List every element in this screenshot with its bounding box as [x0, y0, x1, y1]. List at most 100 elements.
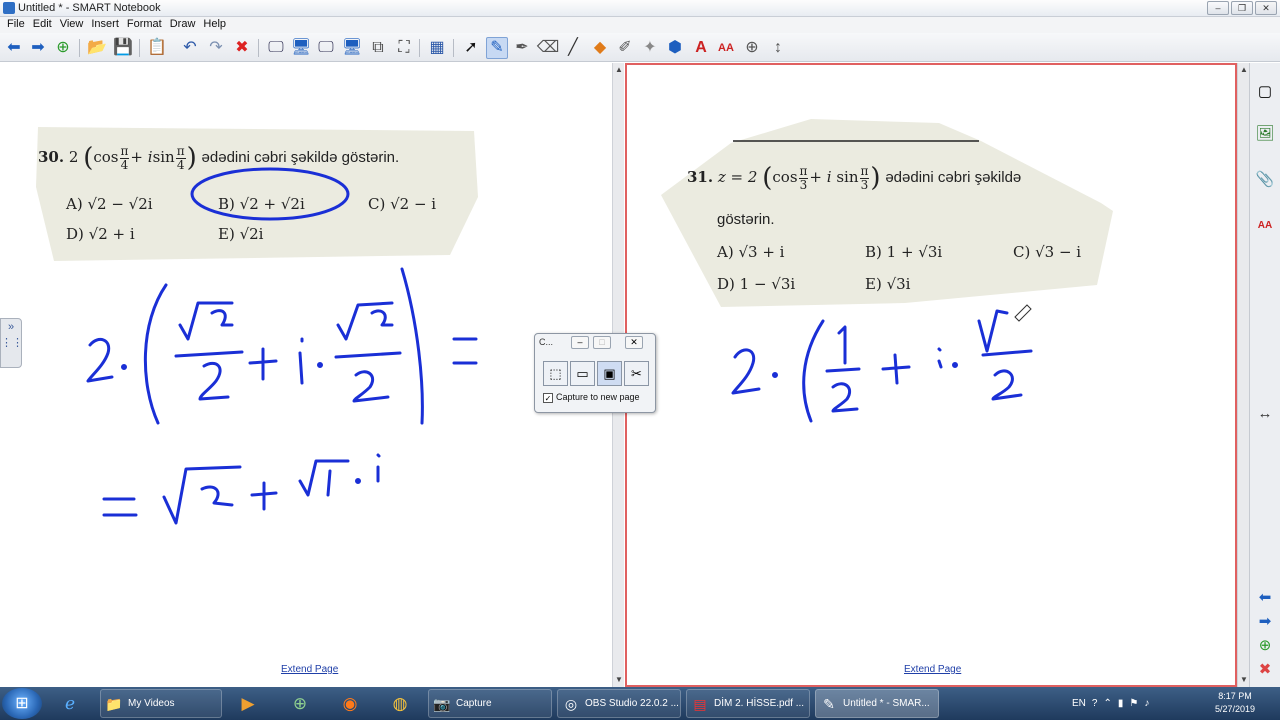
magic-pen-icon[interactable]: ✐ — [614, 37, 636, 59]
next-page-side-icon[interactable]: ➡ — [1254, 611, 1276, 633]
move-toolbar-icon[interactable]: ↕ — [767, 37, 789, 59]
right-page[interactable]: 31. z = 2 (cos π 3 + i sin π 3) ədədini cəbri… — [625, 63, 1237, 687]
add-page-side-icon[interactable]: ⊕ — [1254, 635, 1276, 657]
calculator-icon[interactable]: ⊕ — [280, 689, 320, 718]
menu-help[interactable]: Help — [199, 17, 230, 33]
window-capture-icon[interactable]: ▭ — [570, 361, 595, 386]
capture-maximize-button[interactable]: □ — [593, 336, 611, 349]
menu-format[interactable]: Format — [123, 17, 166, 33]
taskbar-obs-studio[interactable]: ◎ OBS Studio 22.0.2 ... — [557, 689, 681, 718]
internet-explorer-icon[interactable]: ℯ — [50, 689, 90, 718]
media-player-icon[interactable]: ▶ — [228, 689, 268, 718]
capture-to-new-page-checkbox[interactable]: ✓ — [543, 393, 553, 403]
paste-icon[interactable]: 📋 — [146, 37, 168, 59]
properties-icon[interactable]: AA — [715, 37, 737, 59]
capture-toolbar[interactable]: C... – □ ✕ ⬚ ▭ ▣ ✂ ✓ Capture to new page — [534, 333, 656, 413]
taskbar-pdf[interactable]: ▤ DİM 2. HİSSE.pdf ... — [686, 689, 810, 718]
delete-icon[interactable]: ✖ — [231, 37, 253, 59]
toolbar-separator — [139, 39, 140, 57]
eraser-icon[interactable]: ⌫ — [537, 37, 560, 59]
add-page-icon[interactable]: ⊕ — [52, 37, 74, 59]
extend-page-link[interactable]: Extend Page — [904, 664, 961, 675]
shapes-icon[interactable]: ◆ — [589, 37, 611, 59]
menu-draw[interactable]: Draw — [166, 17, 200, 33]
gallery-tab-icon[interactable]: 🖼 — [1254, 123, 1276, 145]
fill-icon[interactable]: ⬢ — [664, 37, 686, 59]
language-indicator[interactable]: EN — [1072, 698, 1086, 709]
network-icon[interactable]: ▮ — [1118, 698, 1124, 709]
right-page-scrollbar[interactable]: ▲ ▼ — [1237, 63, 1249, 687]
folder-icon: 📁 — [105, 695, 123, 712]
clock[interactable]: 8:17 PM 5/27/2019 — [1205, 690, 1265, 716]
taskbar-my-videos[interactable]: 📁 My Videos — [100, 689, 222, 718]
chrome-icon[interactable]: ◍ — [380, 689, 420, 718]
area-capture-icon[interactable]: ⬚ — [543, 361, 568, 386]
start-button[interactable]: ⊞ — [2, 688, 42, 719]
scroll-up-icon[interactable]: ▲ — [1239, 65, 1249, 75]
pdf-icon: ▤ — [693, 695, 707, 712]
menu-file[interactable]: File — [3, 17, 29, 33]
capture-minimize-button[interactable]: – — [571, 336, 589, 349]
save-icon[interactable]: 💾 — [112, 37, 134, 59]
display-screen-icon[interactable]: 🖥 — [341, 37, 363, 59]
pen-icon[interactable]: ✎ — [486, 37, 508, 59]
measurement-tools-icon[interactable]: ⊕ — [741, 37, 763, 59]
line-icon[interactable]: ╱ — [562, 37, 584, 59]
volume-icon[interactable]: ♪ — [1144, 698, 1149, 709]
attachments-tab-icon[interactable]: 📎 — [1254, 169, 1276, 191]
handwriting-right — [731, 304, 1033, 423]
window-controls: – ❐ ✕ — [1207, 1, 1277, 15]
pen-cursor-icon — [1014, 304, 1032, 322]
action-center-icon[interactable]: ⚑ — [1129, 698, 1138, 709]
page-sorter-tab-icon[interactable]: ▢ — [1254, 81, 1276, 103]
shape-recognition-icon[interactable]: ✦ — [639, 37, 661, 59]
extend-page-link[interactable]: Extend Page — [281, 664, 338, 675]
title-bar: Untitled * - SMART Notebook – ❐ ✕ — [0, 0, 1280, 17]
help-icon[interactable]: ? — [1092, 698, 1098, 709]
redo-icon[interactable]: ↷ — [205, 37, 227, 59]
answer-circle — [190, 167, 350, 221]
scroll-down-icon[interactable]: ▼ — [1239, 675, 1249, 685]
undo-icon[interactable]: ↶ — [179, 37, 201, 59]
windows-taskbar: ⊞ ℯ 📁 My Videos ▶ ⊕ ◉ ◍ 📷 Capture ◎ OBS … — [0, 687, 1280, 720]
text-icon[interactable]: A — [690, 37, 712, 59]
taskbar-smart-notebook[interactable]: ✎ Untitled * - SMAR... — [815, 689, 939, 718]
resize-handle-icon[interactable]: ↔ — [1254, 403, 1276, 425]
taskbar-capture[interactable]: 📷 Capture — [428, 689, 552, 718]
menu-insert[interactable]: Insert — [87, 17, 123, 33]
handwritten-right-paren — [400, 267, 424, 425]
left-panel-toggle[interactable]: » ⋮⋮ — [0, 318, 23, 368]
full-screen-icon[interactable]: 🖥 — [290, 37, 312, 59]
menu-view[interactable]: View — [56, 17, 88, 33]
properties-tab-icon[interactable]: AA — [1254, 215, 1276, 237]
tray-expand-icon[interactable]: ⌃ — [1103, 698, 1111, 709]
scroll-up-icon[interactable]: ▲ — [614, 65, 624, 75]
clock-time: 8:17 PM — [1218, 691, 1252, 701]
minimize-button[interactable]: – — [1207, 1, 1229, 15]
clock-date: 5/27/2019 — [1214, 704, 1256, 714]
screen-capture-icon[interactable]: ⧉ — [367, 37, 389, 59]
screen-capture-icon[interactable]: ▣ — [597, 361, 622, 386]
close-button[interactable]: ✕ — [1255, 1, 1277, 15]
transparent-background-icon[interactable]: 🖵 — [315, 37, 337, 59]
open-folder-icon[interactable]: 📂 — [86, 37, 108, 59]
capture-close-button[interactable]: ✕ — [625, 336, 643, 349]
previous-page-side-icon[interactable]: ⬅ — [1254, 587, 1276, 609]
document-camera-icon[interactable]: ⛶ — [393, 37, 415, 59]
left-page[interactable]: 30. 2 (cos π 4 + isin π 4) ədədini cəbri şəki… — [0, 63, 612, 687]
select-arrow-icon[interactable]: ➚ — [460, 37, 482, 59]
table-icon[interactable]: ▦ — [426, 37, 448, 59]
delete-page-side-icon[interactable]: ✖ — [1254, 659, 1276, 681]
freehand-capture-icon[interactable]: ✂ — [624, 361, 649, 386]
firefox-icon[interactable]: ◉ — [330, 689, 370, 718]
previous-page-icon[interactable]: ⬅ — [3, 37, 25, 59]
obs-icon: ◎ — [564, 695, 578, 712]
toolbar-separator — [79, 39, 80, 57]
creative-pen-icon[interactable]: ✒ — [511, 37, 533, 59]
menu-edit[interactable]: Edit — [29, 17, 56, 33]
scroll-down-icon[interactable]: ▼ — [614, 675, 624, 685]
restore-button[interactable]: ❐ — [1231, 1, 1253, 15]
next-page-icon[interactable]: ➡ — [27, 37, 49, 59]
screen-shade-icon[interactable]: 🖵 — [265, 37, 287, 59]
handwritten-equals — [452, 337, 478, 365]
